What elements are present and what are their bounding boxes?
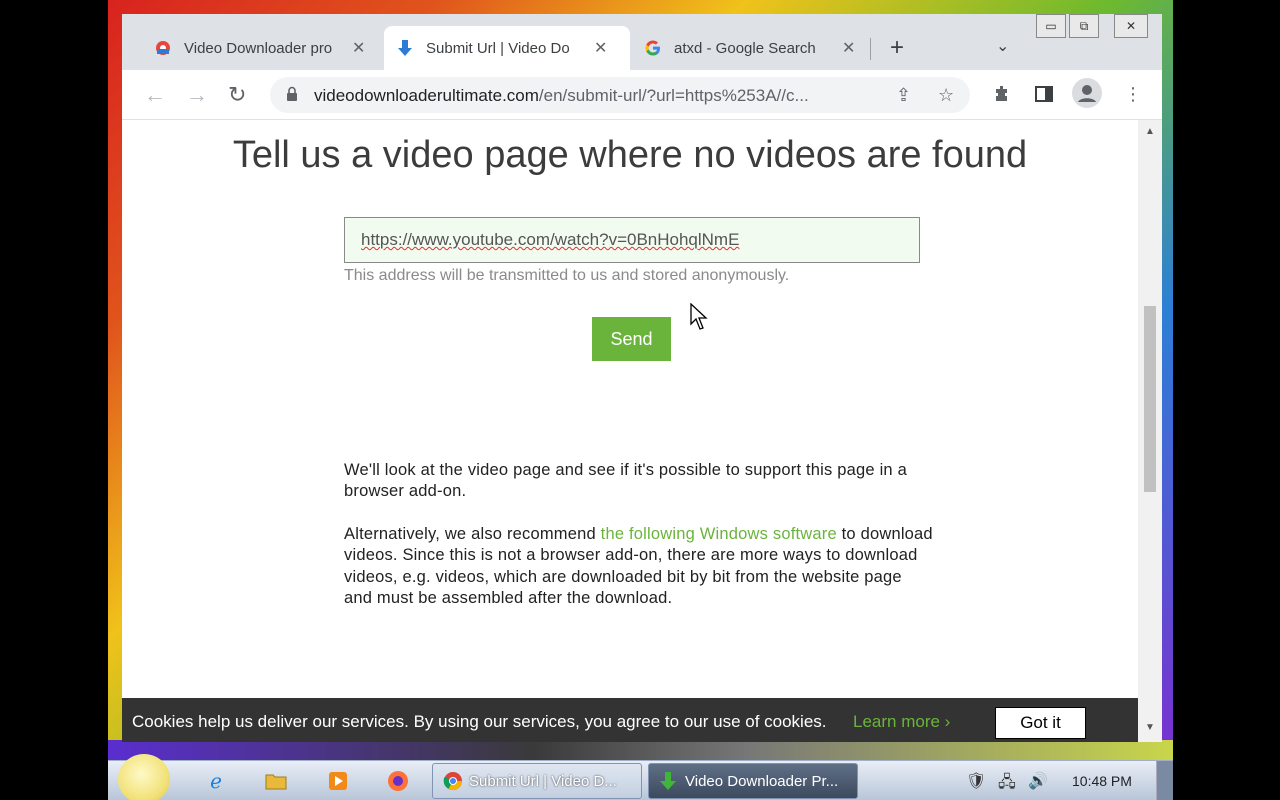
forward-icon[interactable]: → xyxy=(186,82,208,108)
taskbar: ℯ Submit Url | Video D... Video Download… xyxy=(108,754,1173,800)
tab-title: Video Downloader pro xyxy=(184,39,333,57)
download-arrow-icon xyxy=(396,39,414,57)
reload-icon[interactable]: ↻ xyxy=(228,82,246,108)
tab-strip: Video Downloader pro ✕ Submit Url | Vide… xyxy=(122,14,1162,70)
mouse-cursor-icon xyxy=(690,303,708,330)
input-hint: This address will be transmitted to us a… xyxy=(344,267,790,284)
got-it-button[interactable]: Got it xyxy=(995,707,1086,739)
page-content: Tell us a video page where no videos are… xyxy=(122,120,1138,742)
tab-search-button[interactable]: ⌄ xyxy=(996,36,1009,56)
minimize-button[interactable]: ▭ xyxy=(1036,14,1066,38)
tab-google-search[interactable]: atxd - Google Search ✕ xyxy=(632,26,867,70)
scroll-down-arrow-icon[interactable]: ▼ xyxy=(1145,722,1155,733)
taskbar-chrome-window[interactable]: Submit Url | Video D... xyxy=(432,763,642,799)
close-icon[interactable]: ✕ xyxy=(842,38,855,58)
video-downloader-favicon xyxy=(154,39,172,57)
green-download-arrow-icon xyxy=(660,772,676,790)
lock-icon xyxy=(287,86,297,101)
windows-software-link[interactable]: the following Windows software xyxy=(601,525,837,543)
tab-video-downloader-pro[interactable]: Video Downloader pro ✕ xyxy=(142,26,377,70)
profile-avatar-icon[interactable] xyxy=(1072,78,1102,113)
close-icon[interactable]: ✕ xyxy=(594,38,607,58)
send-button[interactable]: Send xyxy=(592,317,671,361)
google-icon xyxy=(644,39,662,57)
restore-button[interactable]: ⧉ xyxy=(1069,14,1099,38)
taskbar-clock[interactable]: 10:48 PM xyxy=(1072,773,1132,789)
menu-kebab-icon[interactable]: ⋮ xyxy=(1124,84,1142,105)
tab-title: atxd - Google Search xyxy=(674,39,816,57)
learn-more-link[interactable]: Learn more › xyxy=(853,712,950,732)
start-button[interactable] xyxy=(118,754,170,800)
folder-icon[interactable] xyxy=(264,769,288,793)
firefox-icon[interactable] xyxy=(386,769,410,793)
recommendation-text-start: Alternatively, we also recommend xyxy=(344,525,601,543)
show-desktop-button[interactable] xyxy=(1156,761,1173,800)
desktop-wallpaper-strip xyxy=(108,740,1173,760)
media-player-icon[interactable] xyxy=(326,769,350,793)
scroll-up-arrow-icon[interactable]: ▲ xyxy=(1145,126,1155,137)
cookie-message: Cookies help us deliver our services. By… xyxy=(132,712,827,731)
back-icon[interactable]: ← xyxy=(144,82,166,108)
extensions-icon[interactable] xyxy=(992,84,1012,109)
tab-title: Submit Url | Video Do xyxy=(426,39,570,57)
side-panel-icon[interactable] xyxy=(1034,84,1054,109)
video-url-input[interactable]: https://www.youtube.com/watch?v=0BnHohql… xyxy=(344,217,920,263)
url-domain: videodownloaderultimate.com xyxy=(314,86,539,105)
browser-toolbar: ← → ↻ videodownloaderultimate.com/en/sub… xyxy=(122,70,1162,120)
scroll-thumb[interactable] xyxy=(1144,306,1156,492)
cookie-banner: Cookies help us deliver our services. By… xyxy=(122,698,1138,742)
url-path: /en/submit-url/?url=https%253A//c... xyxy=(538,86,809,105)
chrome-icon xyxy=(443,772,462,791)
network-icon[interactable]: 🖧 xyxy=(998,771,1016,798)
share-icon[interactable]: ⇪ xyxy=(896,85,911,106)
info-paragraph: We'll look at the video page and see if … xyxy=(344,461,907,501)
close-window-button[interactable]: ✕ xyxy=(1114,14,1148,38)
address-bar[interactable]: videodownloaderultimate.com/en/submit-ur… xyxy=(270,77,970,113)
bookmark-star-icon[interactable]: ☆ xyxy=(938,85,954,106)
close-icon[interactable]: ✕ xyxy=(352,38,365,58)
taskbar-button-label: Video Downloader Pr... xyxy=(685,772,839,790)
new-tab-button[interactable]: + xyxy=(890,34,904,62)
url-text: videodownloaderultimate.com/en/submit-ur… xyxy=(314,86,894,106)
tab-separator xyxy=(870,38,871,60)
browser-window: Video Downloader pro ✕ Submit Url | Vide… xyxy=(122,14,1162,742)
tab-submit-url[interactable]: Submit Url | Video Do ✕ xyxy=(384,26,630,70)
security-shield-icon[interactable]: 🛡 xyxy=(966,771,986,791)
page-scrollbar[interactable]: ▲ ▼ xyxy=(1138,120,1162,742)
taskbar-button-label: Submit Url | Video D... xyxy=(469,772,617,790)
volume-icon[interactable]: 🔊 xyxy=(1028,771,1048,791)
taskbar-video-downloader[interactable]: Video Downloader Pr... xyxy=(648,763,858,799)
recommendation-paragraph: Alternatively, we also recommend the fol… xyxy=(344,524,934,609)
video-url-value: https://www.youtube.com/watch?v=0BnHohql… xyxy=(361,230,740,249)
page-title: Tell us a video page where no videos are… xyxy=(232,134,1028,176)
internet-explorer-icon[interactable]: ℯ xyxy=(204,769,228,793)
